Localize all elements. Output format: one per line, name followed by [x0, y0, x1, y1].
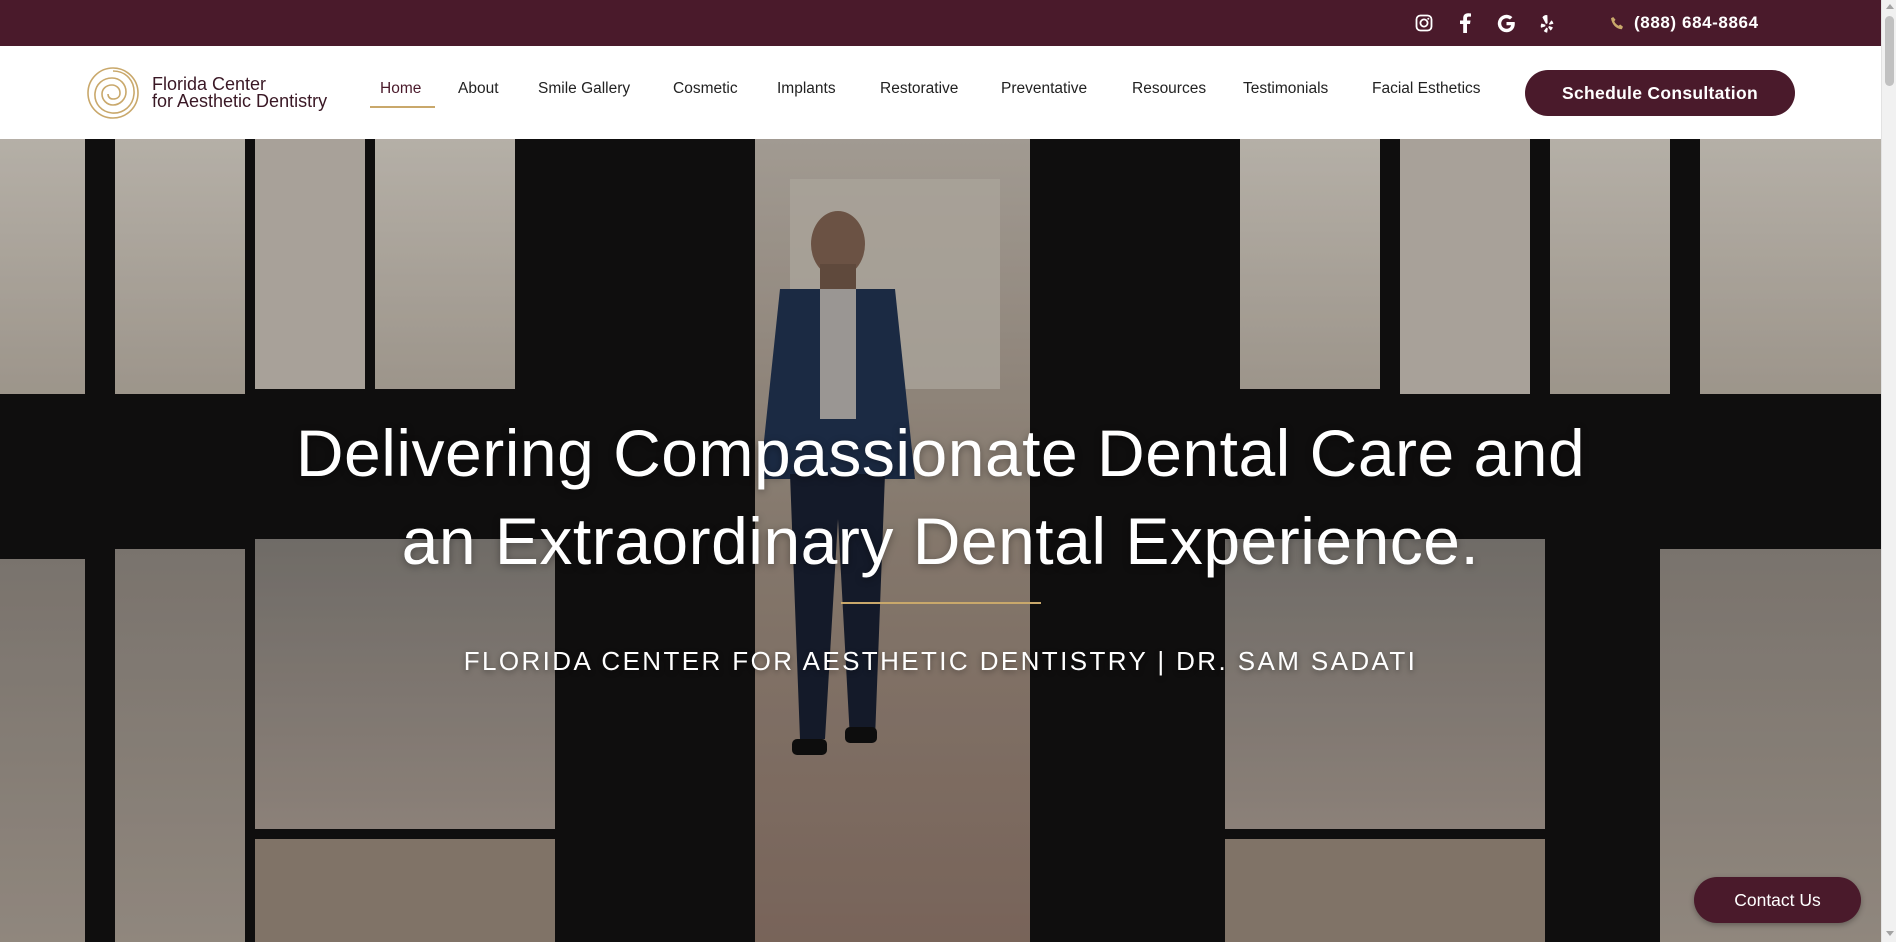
scroll-down-arrow-icon[interactable] [1886, 931, 1894, 936]
hero-subtitle: FLORIDA CENTER FOR AESTHETIC DENTISTRY |… [463, 646, 1418, 676]
nav-implants[interactable]: Implants [777, 80, 836, 98]
google-icon[interactable] [1495, 12, 1517, 34]
nav-testimonials[interactable]: Testimonials [1243, 80, 1328, 98]
scroll-thumb[interactable] [1885, 16, 1894, 86]
scroll-up-arrow-icon[interactable] [1886, 4, 1894, 9]
nav-preventative[interactable]: Preventative [1001, 80, 1087, 98]
page-scrollbar[interactable] [1881, 0, 1896, 942]
logo-swirl-icon [87, 67, 139, 119]
phone-number: (888) 684-8864 [1634, 13, 1759, 32]
yelp-icon[interactable] [1536, 12, 1558, 34]
facebook-icon[interactable] [1454, 12, 1476, 34]
nav-facial-esthetics[interactable]: Facial Esthetics [1372, 80, 1481, 98]
hero-title: Delivering Compassionate Dental Care and… [0, 409, 1881, 585]
nav-about[interactable]: About [458, 80, 499, 98]
phone-icon [1610, 16, 1625, 31]
active-nav-indicator [370, 106, 435, 108]
hero-section: Delivering Compassionate Dental Care and… [0, 139, 1881, 942]
contact-us-button[interactable]: Contact Us [1694, 877, 1861, 923]
logo-line2: for Aesthetic Dentistry [152, 91, 328, 111]
hero-title-line2: an Extraordinary Dental Experience. [401, 504, 1480, 578]
nav-smile-gallery[interactable]: Smile Gallery [538, 80, 630, 98]
top-bar: (888) 684-8864 [0, 0, 1881, 46]
instagram-icon[interactable] [1413, 12, 1435, 34]
nav-resources[interactable]: Resources [1132, 80, 1206, 98]
hero-divider [841, 602, 1041, 604]
hero-title-line1: Delivering Compassionate Dental Care and [295, 416, 1586, 490]
nav-cosmetic[interactable]: Cosmetic [673, 80, 738, 98]
nav-restorative[interactable]: Restorative [880, 80, 958, 98]
site-header: Florida Center for Aesthetic Dentistry H… [0, 46, 1881, 139]
schedule-consultation-button[interactable]: Schedule Consultation [1525, 70, 1795, 116]
logo[interactable]: Florida Center for Aesthetic Dentistry [86, 66, 327, 120]
nav-home[interactable]: Home [380, 80, 421, 98]
phone-link[interactable]: (888) 684-8864 [1610, 12, 1759, 34]
